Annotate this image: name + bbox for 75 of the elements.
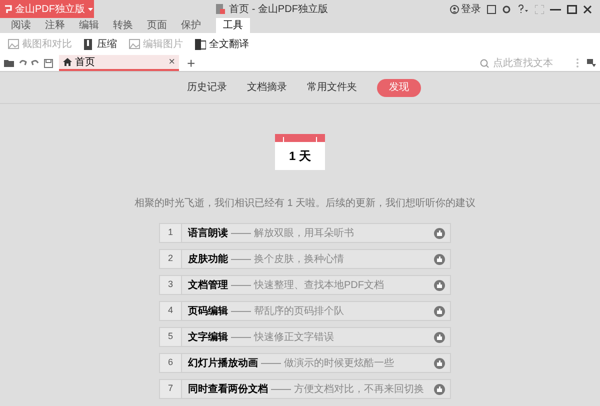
row-number: 6	[160, 354, 182, 372]
redo-icon[interactable]	[31, 59, 40, 67]
app-menu-button[interactable]: 金山PDF独立版	[0, 0, 94, 18]
ribbon-tab[interactable]: 工具	[216, 18, 250, 33]
save-icon[interactable]	[44, 58, 53, 68]
thumbs-up-icon[interactable]	[434, 384, 445, 394]
row-number: 2	[160, 250, 182, 268]
search-icon	[480, 58, 489, 68]
login-button[interactable]: 登录	[450, 2, 481, 16]
row-number: 1	[160, 224, 182, 242]
ribbon-tab[interactable]: 转换	[106, 18, 140, 33]
filter-icon[interactable]	[587, 59, 596, 67]
dash-text: ——	[271, 382, 291, 396]
feature-title: 同时查看两份文档	[188, 382, 268, 396]
calendar-icon: 1 天	[275, 134, 325, 170]
dash-text: ——	[231, 330, 251, 344]
close-icon[interactable]	[583, 4, 592, 14]
help-icon[interactable]	[517, 4, 529, 14]
feature-title: 语言朗读	[188, 226, 228, 240]
thumbs-up-icon[interactable]	[434, 254, 445, 264]
ribbon-tab[interactable]: 编辑	[72, 18, 106, 33]
folder-icon[interactable]	[4, 59, 14, 67]
ribbon-tab[interactable]: 保护	[174, 18, 208, 33]
document-tab[interactable]: 首页 ×	[59, 55, 179, 71]
window-title: 首页 - 金山PDF独立版	[229, 2, 328, 16]
feature-description: 快速修正文字错误	[254, 330, 335, 344]
ribbon-tab[interactable]: 注释	[38, 18, 72, 33]
feature-description: 快速整理、查找本地PDF文档	[254, 278, 385, 292]
document-icon	[216, 4, 226, 14]
dash-text: ——	[261, 356, 281, 370]
undo-icon[interactable]	[18, 59, 27, 67]
home-icon	[63, 58, 72, 66]
row-number: 3	[160, 276, 182, 294]
nav-tab[interactable]: 发现	[377, 78, 421, 96]
translate-icon	[195, 38, 206, 50]
row-number: 5	[160, 328, 182, 346]
feature-title: 幻灯片播放动画	[188, 356, 258, 370]
user-icon	[450, 4, 459, 14]
app-logo-icon	[4, 4, 12, 14]
feature-description: 帮乱序的页码排个队	[254, 304, 345, 318]
feature-description: 解放双眼，用耳朵听书	[254, 226, 355, 240]
message-text: 相聚的时光飞逝，我们相识已经有 1 天啦。后续的更新，我们想听听你的建议	[134, 196, 476, 211]
nav-tab[interactable]: 常用文件夹	[307, 80, 357, 95]
feature-description: 换个皮肤，换种心情	[254, 252, 345, 266]
close-tab-button[interactable]: ×	[168, 56, 175, 68]
thumbs-up-icon[interactable]	[434, 306, 445, 316]
image-icon	[8, 39, 19, 49]
dash-text: ——	[231, 304, 251, 318]
search-field[interactable]: 点此查找文本	[480, 56, 572, 70]
ribbon-tab[interactable]: 页面	[140, 18, 174, 33]
row-number: 7	[160, 380, 182, 398]
nav-tab[interactable]: 文档摘录	[247, 80, 287, 95]
feature-description: 做演示的时候更炫酷一些	[284, 356, 395, 370]
maximize-icon[interactable]	[567, 4, 577, 14]
nav-tab[interactable]: 历史记录	[187, 80, 227, 95]
image-icon	[129, 39, 140, 49]
feature-title: 文字编辑	[188, 330, 228, 344]
thumbs-up-icon[interactable]	[434, 332, 445, 342]
dropdown-caret-icon	[88, 8, 93, 10]
thumbs-up-icon[interactable]	[434, 358, 445, 368]
row-number: 4	[160, 302, 182, 320]
dash-text: ——	[231, 252, 251, 266]
thumbs-up-icon[interactable]	[434, 228, 445, 238]
new-tab-button[interactable]: +	[187, 56, 196, 70]
ribbon-tab[interactable]: 阅读	[4, 18, 38, 33]
feature-title: 页码编辑	[188, 304, 228, 318]
thumbs-up-icon[interactable]	[434, 280, 445, 290]
tool-button[interactable]: 全文翻译	[195, 36, 249, 52]
feature-title: 皮肤功能	[188, 252, 228, 266]
feature-description: 方便文档对比，不再来回切换	[294, 382, 425, 396]
feature-title: 文档管理	[188, 278, 228, 292]
dash-text: ——	[231, 226, 251, 240]
tool-button[interactable]: 压缩	[84, 36, 117, 52]
settings-icon[interactable]	[502, 4, 511, 14]
dash-text: ——	[231, 278, 251, 292]
